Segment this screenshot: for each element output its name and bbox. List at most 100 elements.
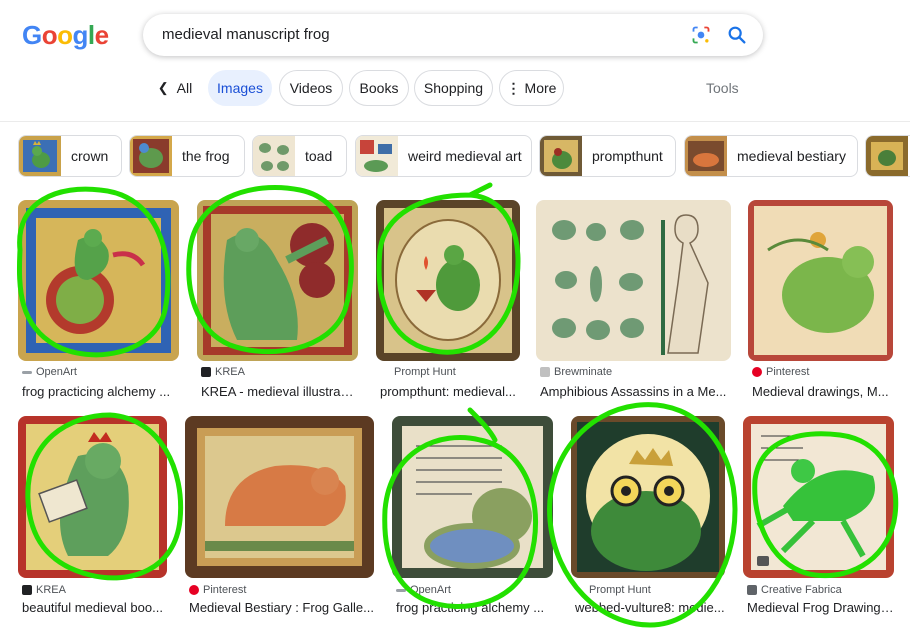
result-card[interactable]: Brewminate Amphibious Assassins in a Me.… [536,200,731,405]
chip-medieval-bestiary[interactable]: medieval bestiary [684,135,858,177]
result-card[interactable]: Prompt Hunt webbed-vulture8: medie... [571,416,725,616]
result-source-label: KREA [36,584,66,596]
result-title[interactable]: Medieval Bestiary : Frog Galle... [189,600,374,615]
result-source[interactable]: Pinterest [189,584,246,596]
chevron-left-icon: ❮ [157,80,169,95]
pinterest-icon [189,585,199,595]
chip-label: medieval bestiary [737,148,846,164]
chip-label: weird medieval art [408,148,522,164]
chip-crown[interactable]: crown [18,135,122,177]
result-title[interactable]: frog practicing alchemy ... [22,384,177,399]
chip-the-frog[interactable]: the frog [129,135,245,177]
tab-all[interactable]: ❮ All [150,70,200,106]
chip-label: the frog [182,148,230,164]
result-source-label: Prompt Hunt [394,366,456,378]
chip-label: prompthunt [592,148,663,164]
tab-books[interactable]: Books [349,70,409,106]
krea-icon [201,367,211,377]
header-divider [0,121,910,122]
result-source[interactable]: Pinterest [752,366,809,378]
tab-more-label: More [524,80,557,96]
result-title[interactable]: webbed-vulture8: medie... [575,600,725,615]
chip-label: crown [71,148,109,164]
logo-letter: e [94,20,109,50]
tab-books-label: Books [359,80,399,96]
chip-label: toad [305,148,333,164]
result-thumbnail[interactable] [743,416,894,578]
result-thumbnail[interactable] [392,416,553,578]
chip-toad[interactable]: toad [252,135,347,177]
result-source[interactable]: KREA [22,584,66,596]
result-source-label: Pinterest [203,584,247,596]
result-source[interactable]: Brewminate [540,366,612,378]
result-card[interactable]: Prompt Hunt prompthunt: medieval... [376,200,520,405]
result-source[interactable]: OpenArt [396,584,451,596]
logo-letter: G [22,20,42,50]
tab-shopping-label: Shopping [423,80,484,96]
result-thumbnail[interactable] [748,200,893,361]
result-title[interactable]: Medieval Frog Drawing ... [747,600,894,615]
creative-fabrica-icon [747,585,757,595]
logo-letter: o [41,20,58,50]
chip-prompthunt[interactable]: prompthunt [539,135,676,177]
search-input[interactable]: medieval manuscript frog [162,26,330,43]
chip-thumbnail [356,136,398,176]
result-thumbnail[interactable] [18,200,179,361]
tab-videos-label: Videos [289,80,333,96]
google-logo[interactable]: Google [22,20,109,51]
result-card[interactable]: KREA KREA - medieval illustrati... [197,200,358,405]
result-source-label: Creative Fabrica [761,584,842,596]
result-card[interactable]: Creative Fabrica Medieval Frog Drawing .… [743,416,894,616]
result-card[interactable]: KREA beautiful medieval boo... [18,416,167,616]
openart-icon [396,588,406,592]
pinterest-icon [752,367,762,377]
result-card[interactable]: OpenArt frog practicing alchemy ... [392,416,553,616]
search-box[interactable]: medieval manuscript frog [143,14,763,56]
more-vert-icon: ⋮ [506,79,521,96]
openart-icon [22,370,32,374]
result-source[interactable]: Creative Fabrica [747,584,842,596]
chip-thumbnail [540,136,582,176]
result-card[interactable]: OpenArt frog practicing alchemy ... [18,200,179,405]
chip-thumbnail [130,136,172,176]
result-thumbnail[interactable] [571,416,725,578]
result-source[interactable]: Prompt Hunt [380,366,456,378]
search-icon[interactable] [726,24,748,46]
tab-more[interactable]: ⋮ More [499,70,564,106]
result-source-label: OpenArt [410,584,451,596]
result-thumbnail[interactable] [536,200,731,361]
result-title[interactable]: prompthunt: medieval... [380,384,520,399]
result-card[interactable]: Pinterest Medieval Bestiary : Frog Galle… [185,416,374,616]
google-lens-icon[interactable] [691,25,711,45]
result-source-label: Prompt Hunt [589,584,651,596]
result-source[interactable]: KREA [201,366,245,378]
tab-all-label: All [176,80,193,96]
result-thumbnail[interactable] [376,200,520,361]
brewminate-icon [540,367,550,377]
tools-button[interactable]: Tools [706,80,739,96]
result-title[interactable]: Amphibious Assassins in a Me... [540,384,730,399]
result-title[interactable]: beautiful medieval boo... [22,600,167,615]
result-source[interactable]: Prompt Hunt [575,584,651,596]
result-title[interactable]: KREA - medieval illustrati... [201,384,356,399]
result-title[interactable]: frog practicing alchemy ... [396,600,551,615]
result-source-label: Pinterest [766,366,810,378]
chip-thumbnail [19,136,61,176]
result-source-label: Brewminate [554,366,613,378]
result-thumbnail[interactable] [197,200,358,361]
krea-icon [22,585,32,595]
tab-shopping[interactable]: Shopping [414,70,493,106]
logo-letter: o [57,20,73,50]
chip-weird-medieval-art[interactable]: weird medieval art [355,135,532,177]
logo-letter: l [87,20,95,50]
chip-more-cutoff[interactable] [865,135,910,177]
result-thumbnail[interactable] [18,416,167,578]
result-card[interactable]: Pinterest Medieval drawings, M... [748,200,893,405]
result-title[interactable]: Medieval drawings, M... [752,384,892,399]
tab-images-label: Images [217,80,263,96]
result-source[interactable]: OpenArt [22,366,77,378]
result-thumbnail[interactable] [185,416,374,578]
tab-images[interactable]: Images [208,70,272,106]
result-source-label: OpenArt [36,366,77,378]
tab-videos[interactable]: Videos [279,70,343,106]
